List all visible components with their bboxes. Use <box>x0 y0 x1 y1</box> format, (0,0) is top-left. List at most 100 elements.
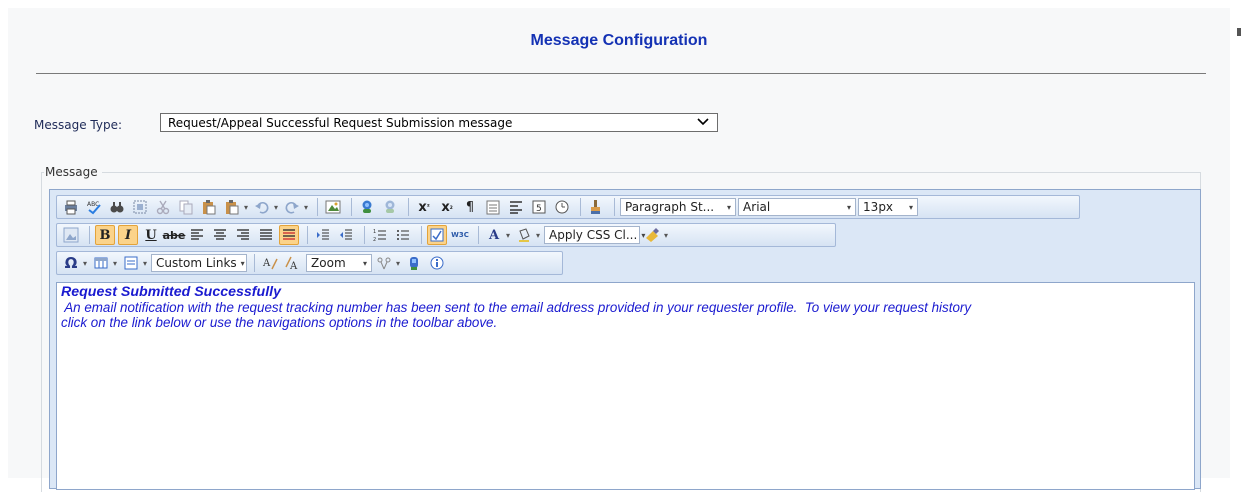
snippets-icon[interactable] <box>374 253 394 273</box>
layout-icon[interactable] <box>121 253 141 273</box>
font-shrink-icon[interactable]: A <box>283 253 303 273</box>
unordered-list-icon[interactable] <box>393 225 413 245</box>
print-icon[interactable] <box>61 197 81 217</box>
toolbar-separator <box>307 226 308 244</box>
content-line-2: click on the link below or use the navig… <box>61 315 498 330</box>
editor-content-area[interactable]: Request Submitted Successfully An email … <box>56 282 1195 490</box>
custom-links-value: Custom Links <box>156 256 237 270</box>
copy-icon[interactable] <box>176 197 196 217</box>
css-eraser-icon[interactable] <box>642 225 662 245</box>
title-divider <box>36 73 1206 74</box>
snippets-dropdown-icon[interactable]: ▾ <box>396 259 400 268</box>
underline-button[interactable]: U <box>141 225 161 245</box>
about-icon[interactable] <box>427 253 447 273</box>
font-color-icon[interactable]: A <box>484 225 504 245</box>
apply-css-select[interactable]: Apply CSS Cl... ▾ <box>544 226 645 244</box>
custom-links-select[interactable]: Custom Links ▾ <box>151 254 248 272</box>
toolbar-separator <box>478 226 479 244</box>
toolbar-separator <box>408 198 410 216</box>
content-heading: Request Submitted Successfully <box>61 284 281 300</box>
chevron-down-icon <box>697 115 709 132</box>
cut-icon[interactable] <box>153 197 173 217</box>
justify-full-icon[interactable] <box>256 225 276 245</box>
css-eraser-dropdown-icon[interactable]: ▾ <box>664 231 668 240</box>
html-mode-icon[interactable] <box>427 225 447 245</box>
special-char-dropdown-icon[interactable]: ▾ <box>83 259 87 268</box>
find-icon[interactable] <box>107 197 127 217</box>
font-name-select[interactable]: Arial ▾ <box>738 198 857 216</box>
indent-icon[interactable] <box>313 225 333 245</box>
toolbar-separator <box>351 198 353 216</box>
chevron-down-icon: ▾ <box>727 202 732 212</box>
zoom-value: Zoom <box>311 256 346 270</box>
paragraph-style-value: Paragraph St... <box>625 200 715 214</box>
bold-button[interactable]: B <box>95 225 115 245</box>
paste-options-dropdown-icon[interactable]: ▾ <box>244 203 248 212</box>
layout-dropdown-icon[interactable]: ▾ <box>143 259 147 268</box>
redo-icon[interactable] <box>282 197 302 217</box>
redo-dropdown-icon[interactable]: ▾ <box>304 203 308 212</box>
italic-button[interactable]: I <box>118 225 138 245</box>
chevron-down-icon: ▾ <box>909 202 914 212</box>
insert-date-icon[interactable] <box>483 197 503 217</box>
superscript-icon[interactable]: x² <box>414 197 434 217</box>
paragraph-icon[interactable]: ¶ <box>460 197 480 217</box>
justify-right-icon[interactable] <box>233 225 253 245</box>
table-icon[interactable] <box>91 253 111 273</box>
svg-text:2: 2 <box>373 237 376 243</box>
font-name-value: Arial <box>743 200 771 214</box>
svg-text:A: A <box>262 258 271 269</box>
paste-icon[interactable] <box>199 197 219 217</box>
format-painter-icon[interactable] <box>586 197 606 217</box>
paste-options-icon[interactable] <box>222 197 242 217</box>
undo-dropdown-icon[interactable]: ▾ <box>274 203 278 212</box>
toolbar-separator <box>580 198 582 216</box>
toolbar-separator <box>421 226 422 244</box>
outdent-icon[interactable] <box>336 225 356 245</box>
w3c-validate-button[interactable]: W3C <box>450 225 470 245</box>
justify-left-icon[interactable] <box>187 225 207 245</box>
special-char-icon[interactable]: Ω <box>61 253 81 273</box>
form-icon[interactable]: 5 <box>529 197 549 217</box>
time-icon[interactable] <box>552 197 572 217</box>
module-icon[interactable] <box>404 253 424 273</box>
rich-text-editor: ABC ▾ ▾ ▾ x² x₂ ¶ 5 Paragraph St... ▾ Ar… <box>49 189 1201 490</box>
scrollbar-marker[interactable] <box>1237 28 1241 36</box>
highlight-color-dropdown-icon[interactable]: ▾ <box>536 231 540 240</box>
svg-text:1: 1 <box>373 229 376 235</box>
message-type-select[interactable]: Request/Appeal Successful Request Submis… <box>160 113 718 132</box>
image-icon[interactable] <box>323 197 343 217</box>
message-legend: Message <box>44 165 102 179</box>
subscript-icon[interactable]: x₂ <box>437 197 457 217</box>
justify-none-icon[interactable] <box>279 225 299 245</box>
toolbar-separator <box>89 226 90 244</box>
paragraph-style-select[interactable]: Paragraph St... ▾ <box>620 198 737 216</box>
toolbar-row-3: Ω ▾ ▾ ▾ Custom Links ▾ A A Zoom ▾ ▾ <box>56 251 563 275</box>
undo-icon[interactable] <box>252 197 272 217</box>
align-icon[interactable] <box>506 197 526 217</box>
font-size-value: 13px <box>863 200 894 214</box>
page-title: Message Configuration <box>530 32 708 49</box>
toolbar-separator <box>317 198 319 216</box>
zoom-select[interactable]: Zoom ▾ <box>306 254 373 272</box>
table-dropdown-icon[interactable]: ▾ <box>113 259 117 268</box>
message-type-label: Message Type: <box>34 118 123 132</box>
justify-center-icon[interactable] <box>210 225 230 245</box>
highlight-color-icon[interactable] <box>514 225 534 245</box>
font-grow-icon[interactable]: A <box>260 253 280 273</box>
font-size-select[interactable]: 13px ▾ <box>858 198 919 216</box>
spellcheck-icon[interactable]: ABC <box>84 197 104 217</box>
image-manager-icon[interactable] <box>61 225 81 245</box>
message-type-value: Request/Appeal Successful Request Submis… <box>168 116 513 130</box>
toolbar-row-2: B I U abe 12 W3C A ▾ ▾ Apply CSS Cl...▾ <box>56 223 836 247</box>
chevron-down-icon: ▾ <box>363 258 368 268</box>
toolbar-row-1: ABC ▾ ▾ ▾ x² x₂ ¶ 5 Paragraph St... ▾ Ar… <box>56 195 1080 219</box>
toolbar-separator <box>254 254 256 272</box>
select-all-icon[interactable] <box>130 197 150 217</box>
font-color-dropdown-icon[interactable]: ▾ <box>506 231 510 240</box>
strikethrough-button[interactable]: abe <box>163 225 186 245</box>
link-icon[interactable] <box>357 197 377 217</box>
ordered-list-icon[interactable]: 12 <box>370 225 390 245</box>
unlink-icon[interactable] <box>380 197 400 217</box>
toolbar-separator <box>364 226 365 244</box>
